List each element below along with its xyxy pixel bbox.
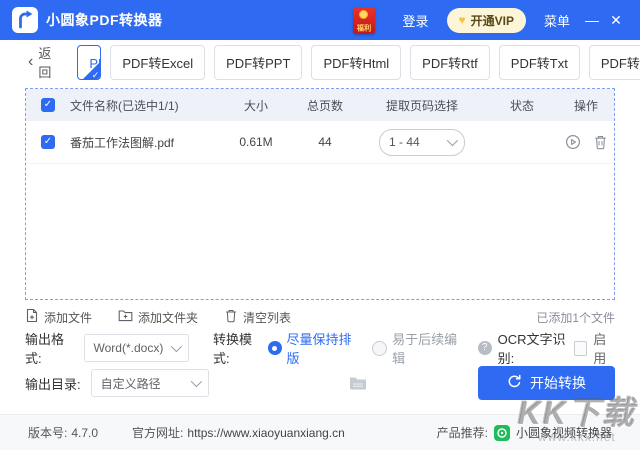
col-status: 状态 <box>486 97 558 114</box>
tab-pdf-to-html[interactable]: PDF转Html <box>311 45 401 80</box>
version-value: 4.7.0 <box>71 426 98 440</box>
format-options-row: 输出格式: Word(*.docx) 转换模式: 尽量保持排版 易于后续编辑 ?… <box>25 334 615 362</box>
output-dir-select[interactable]: 自定义路径 <box>91 369 209 397</box>
open-vip-button[interactable]: ♥ 开通VIP <box>447 8 526 33</box>
tab-pdf-to-excel[interactable]: PDF转Excel <box>110 45 205 80</box>
back-label: 返回 <box>38 43 51 81</box>
tab-pdf-to-ppt[interactable]: PDF转PPT <box>214 45 302 80</box>
browse-folder-button[interactable] <box>349 376 367 390</box>
col-page-range: 提取页码选择 <box>358 97 486 114</box>
file-size: 0.61M <box>220 135 292 149</box>
radio-unselected-icon <box>372 341 387 356</box>
app-title: 小圆象PDF转换器 <box>46 10 163 30</box>
tab-label: PDF转图片 <box>601 56 640 71</box>
welfare-redpacket-icon[interactable]: 福利 <box>353 7 375 34</box>
close-button[interactable]: ✕ <box>604 0 628 40</box>
chevron-left-icon: ‹ <box>28 53 33 71</box>
refresh-icon <box>507 374 522 392</box>
table-row: ✓ 番茄工作法图解.pdf 0.61M 44 1 - 44 <box>26 121 614 164</box>
add-folder-button[interactable]: 添加文件夹 <box>118 309 198 326</box>
recommend-label: 产品推荐: <box>437 424 488 441</box>
file-pages: 44 <box>292 135 358 149</box>
page-range-select[interactable]: 1 - 44 <box>379 129 465 156</box>
tab-bar: ‹ 返回 PDF转Word ✓ PDF转Excel PDF转PPT PDF转Ht… <box>0 40 640 84</box>
chevron-down-icon <box>447 135 458 146</box>
col-actions: 操作 <box>558 97 614 114</box>
clear-trash-icon <box>224 308 238 326</box>
vip-label: 开通VIP <box>471 12 514 29</box>
add-file-icon <box>25 308 39 326</box>
coin-icon <box>359 10 368 19</box>
file-name: 番茄工作法图解.pdf <box>70 134 220 151</box>
vip-heart-icon: ♥ <box>459 13 466 27</box>
start-convert-label: 开始转换 <box>530 373 586 393</box>
tab-label: PDF转Rtf <box>422 56 478 71</box>
mode-easy-edit-label: 易于后续编辑 <box>392 329 457 367</box>
question-icon[interactable]: ? <box>478 341 492 355</box>
output-format-label: 输出格式: <box>25 329 74 367</box>
start-convert-button[interactable]: 开始转换 <box>478 366 615 400</box>
minimize-button[interactable]: — <box>580 0 604 40</box>
chevron-down-icon <box>171 341 182 352</box>
row-checkbox[interactable]: ✓ <box>41 135 55 149</box>
tab-pdf-to-txt[interactable]: PDF转Txt <box>499 45 580 80</box>
clear-list-button[interactable]: 清空列表 <box>224 308 291 326</box>
add-file-label: 添加文件 <box>44 309 92 326</box>
mode-easy-edit-radio[interactable]: 易于后续编辑 <box>372 329 457 367</box>
output-dir-label: 输出目录: <box>25 374 81 393</box>
select-all-checkbox[interactable]: ✓ <box>41 98 55 112</box>
tab-label: PDF转Html <box>323 56 389 71</box>
radio-selected-icon <box>268 341 282 355</box>
menu-button[interactable]: 菜单 <box>544 11 570 30</box>
ocr-section: ? OCR文字识别: 启用 <box>478 329 615 367</box>
output-format-select[interactable]: Word(*.docx) <box>84 334 189 362</box>
tab-pdf-to-rtf[interactable]: PDF转Rtf <box>410 45 490 80</box>
preview-play-button[interactable] <box>565 134 581 150</box>
file-table: ✓ 文件名称(已选中1/1) 大小 总页数 提取页码选择 状态 操作 ✓ 番茄工… <box>25 88 615 300</box>
tab-pdf-to-image[interactable]: PDF转图片 <box>589 45 640 80</box>
page-range-value: 1 - 44 <box>389 135 420 149</box>
website-link[interactable]: https://www.xiaoyuanxiang.cn <box>187 426 344 440</box>
welfare-label: 福利 <box>356 23 370 33</box>
login-button[interactable]: 登录 <box>403 11 429 30</box>
website-label: 官方网址: <box>132 424 183 441</box>
add-file-button[interactable]: 添加文件 <box>25 308 92 326</box>
delete-file-button[interactable] <box>593 134 608 150</box>
status-footer: 版本号: 4.7.0 官方网址: https://www.xiaoyuanxia… <box>0 414 640 450</box>
check-icon: ✓ <box>92 70 100 80</box>
tab-label: PDF转Excel <box>122 56 193 71</box>
col-pages: 总页数 <box>292 97 358 114</box>
clear-list-label: 清空列表 <box>243 309 291 326</box>
added-count: 已添加1个文件 <box>536 309 615 326</box>
back-button[interactable]: ‹ 返回 <box>28 43 51 81</box>
add-folder-icon <box>118 309 133 325</box>
tab-label: PDF转Txt <box>511 56 568 71</box>
output-dir-value: 自定义路径 <box>101 375 161 392</box>
version-label: 版本号: <box>28 424 67 441</box>
ocr-label: OCR文字识别: <box>498 329 569 367</box>
titlebar: 小圆象PDF转换器 福利 登录 ♥ 开通VIP 菜单 — ✕ <box>0 0 640 40</box>
tab-label: PDF转PPT <box>226 56 290 71</box>
mode-keep-layout-label: 尽量保持排版 <box>287 329 353 367</box>
col-size: 大小 <box>220 97 292 114</box>
col-filename: 文件名称(已选中1/1) <box>70 97 220 114</box>
ocr-enable-label: 启用 <box>593 329 615 367</box>
video-converter-icon <box>494 425 510 441</box>
ocr-enable-checkbox[interactable] <box>574 341 587 356</box>
app-logo-icon <box>12 7 38 33</box>
convert-mode-label: 转换模式: <box>213 329 262 367</box>
recommend-product-link[interactable]: 小圆象视频转换器 <box>516 424 612 441</box>
add-folder-label: 添加文件夹 <box>138 309 198 326</box>
output-format-value: Word(*.docx) <box>94 341 164 355</box>
output-dir-row: 输出目录: 自定义路径 开始转换 <box>25 366 615 400</box>
chevron-down-icon <box>190 376 201 387</box>
table-header-row: ✓ 文件名称(已选中1/1) 大小 总页数 提取页码选择 状态 操作 <box>26 89 614 121</box>
tab-pdf-to-word[interactable]: PDF转Word ✓ <box>77 45 101 80</box>
mode-keep-layout-radio[interactable]: 尽量保持排版 <box>268 329 353 367</box>
list-action-bar: 添加文件 添加文件夹 清空列表 已添加1个文件 <box>25 307 615 327</box>
